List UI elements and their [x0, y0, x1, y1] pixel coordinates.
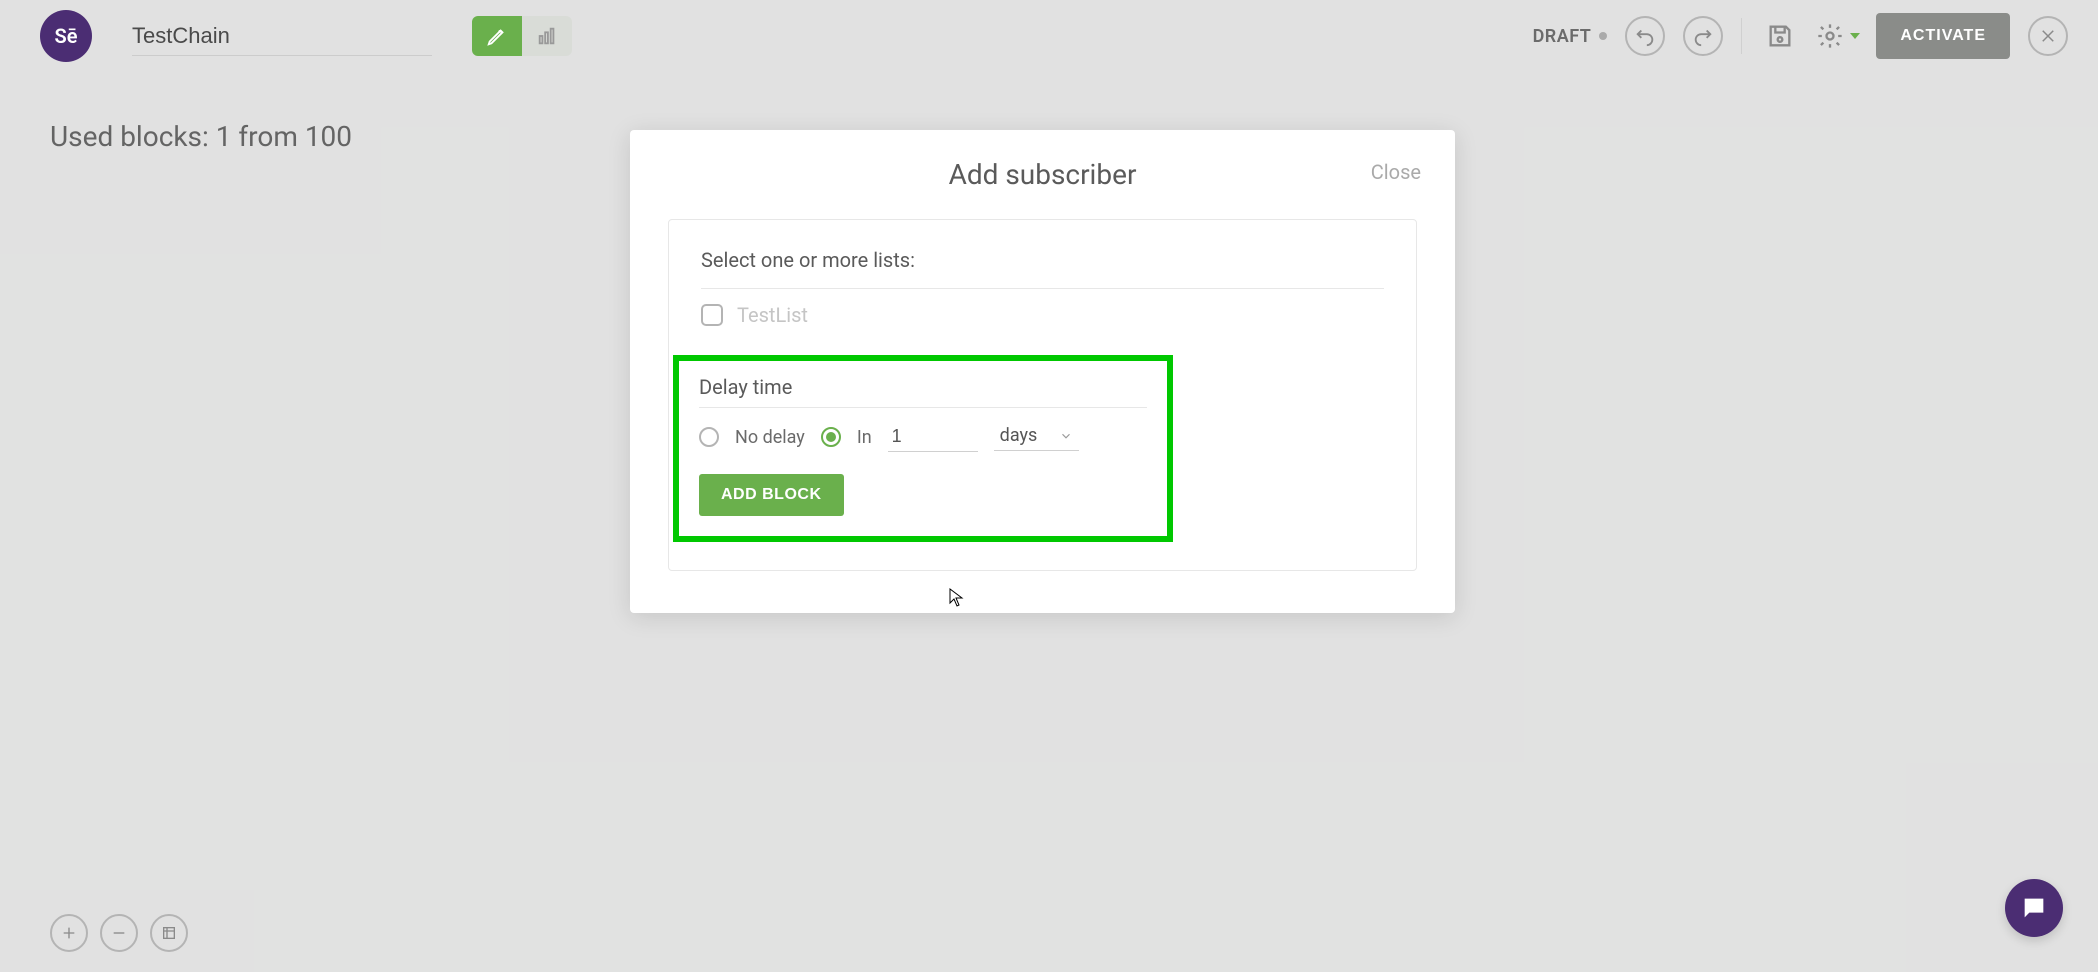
pencil-icon: [486, 25, 508, 47]
used-blocks-label: Used blocks: 1 from 100: [50, 120, 352, 153]
save-button[interactable]: [1760, 16, 1800, 56]
status-text: DRAFT: [1533, 26, 1592, 47]
chevron-down-icon: [1059, 429, 1073, 443]
modal-body: Select one or more lists: TestList Delay…: [668, 219, 1417, 571]
view-edit-button[interactable]: [472, 16, 522, 56]
list-option-row[interactable]: TestList: [701, 303, 1384, 327]
status-label: DRAFT: [1533, 26, 1608, 47]
radio-in-label: In: [857, 427, 872, 448]
zoom-controls: [50, 914, 188, 952]
delay-value-input[interactable]: [888, 422, 978, 452]
list-option-label: TestList: [737, 303, 808, 327]
delay-options-row: No delay In days: [699, 422, 1147, 452]
divider: [699, 407, 1147, 408]
bar-chart-icon: [536, 25, 558, 47]
add-subscriber-modal: Add subscriber Close Select one or more …: [630, 130, 1455, 613]
header-right: DRAFT ACTIVATE: [1533, 13, 2068, 59]
caret-down-icon: [1850, 33, 1860, 39]
delay-unit-label: days: [1000, 425, 1038, 446]
radio-no-delay-label: No delay: [735, 427, 805, 448]
fit-icon: [161, 925, 177, 941]
chat-icon: [2020, 894, 2048, 922]
activate-button[interactable]: ACTIVATE: [1876, 13, 2010, 59]
delay-time-label: Delay time: [699, 375, 1147, 399]
header-divider: [1741, 18, 1742, 54]
fit-screen-button[interactable]: [150, 914, 188, 952]
radio-in[interactable]: [821, 427, 841, 447]
redo-button[interactable]: [1683, 16, 1723, 56]
close-button[interactable]: [2028, 16, 2068, 56]
radio-dot-icon: [826, 432, 836, 442]
app-logo: Sē: [40, 10, 92, 62]
minus-icon: [111, 925, 127, 941]
redo-icon: [1692, 25, 1714, 47]
delay-time-highlight: Delay time No delay In days ADD BLOCK: [673, 355, 1173, 542]
app-header: Sē DRAFT: [0, 0, 2098, 72]
delay-unit-select[interactable]: days: [994, 423, 1080, 451]
modal-close-button[interactable]: Close: [1371, 160, 1421, 184]
chat-support-button[interactable]: [2005, 879, 2063, 937]
undo-button[interactable]: [1625, 16, 1665, 56]
modal-title: Add subscriber: [668, 158, 1417, 191]
add-block-button[interactable]: ADD BLOCK: [699, 474, 844, 516]
save-icon: [1766, 22, 1794, 50]
zoom-in-button[interactable]: [50, 914, 88, 952]
plus-icon: [61, 925, 77, 941]
radio-no-delay[interactable]: [699, 427, 719, 447]
gear-icon: [1816, 22, 1844, 50]
divider: [701, 288, 1384, 289]
close-icon: [2039, 27, 2057, 45]
status-dot-icon: [1599, 32, 1607, 40]
select-lists-label: Select one or more lists:: [701, 248, 1384, 272]
checkbox-icon[interactable]: [701, 304, 723, 326]
chain-name-input[interactable]: [132, 17, 432, 56]
zoom-out-button[interactable]: [100, 914, 138, 952]
undo-icon: [1634, 25, 1656, 47]
settings-button[interactable]: [1818, 16, 1858, 56]
view-toggle: [472, 16, 572, 56]
view-stats-button[interactable]: [522, 16, 572, 56]
